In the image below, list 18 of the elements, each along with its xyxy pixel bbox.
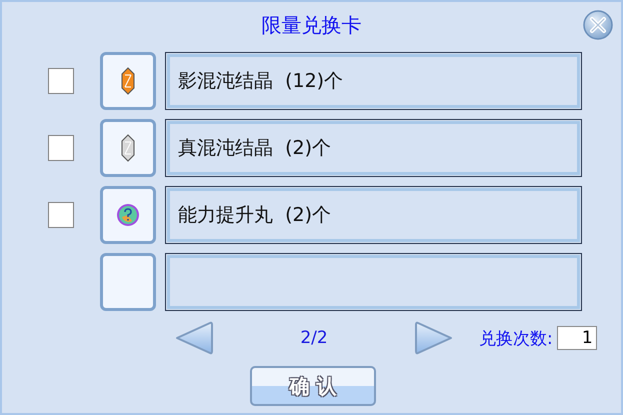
next-arrow-icon[interactable] [414, 320, 454, 356]
item-name-field: 影混沌结晶 (12)个 [165, 52, 582, 110]
item-name-field: 真混沌结晶 (2)个 [165, 119, 582, 177]
item-tile[interactable] [100, 186, 156, 244]
checkbox[interactable] [48, 68, 74, 94]
question-orb-icon [116, 203, 140, 227]
page-indicator: 2/2 [299, 328, 329, 348]
item-tile[interactable] [100, 119, 156, 177]
empty-item-tile[interactable] [100, 253, 156, 311]
exchange-count-label: 兑换次数: [479, 328, 553, 350]
item-name-field: 能力提升丸 (2)个 [165, 186, 582, 244]
close-icon[interactable] [583, 10, 613, 40]
checkbox[interactable] [48, 135, 74, 161]
item-tile[interactable] [100, 52, 156, 110]
previous-arrow-icon[interactable] [174, 320, 214, 356]
window-title: 限量兑换卡 [262, 12, 362, 38]
checkbox[interactable] [48, 202, 74, 228]
exchange-count-field[interactable]: 1 [556, 326, 597, 350]
